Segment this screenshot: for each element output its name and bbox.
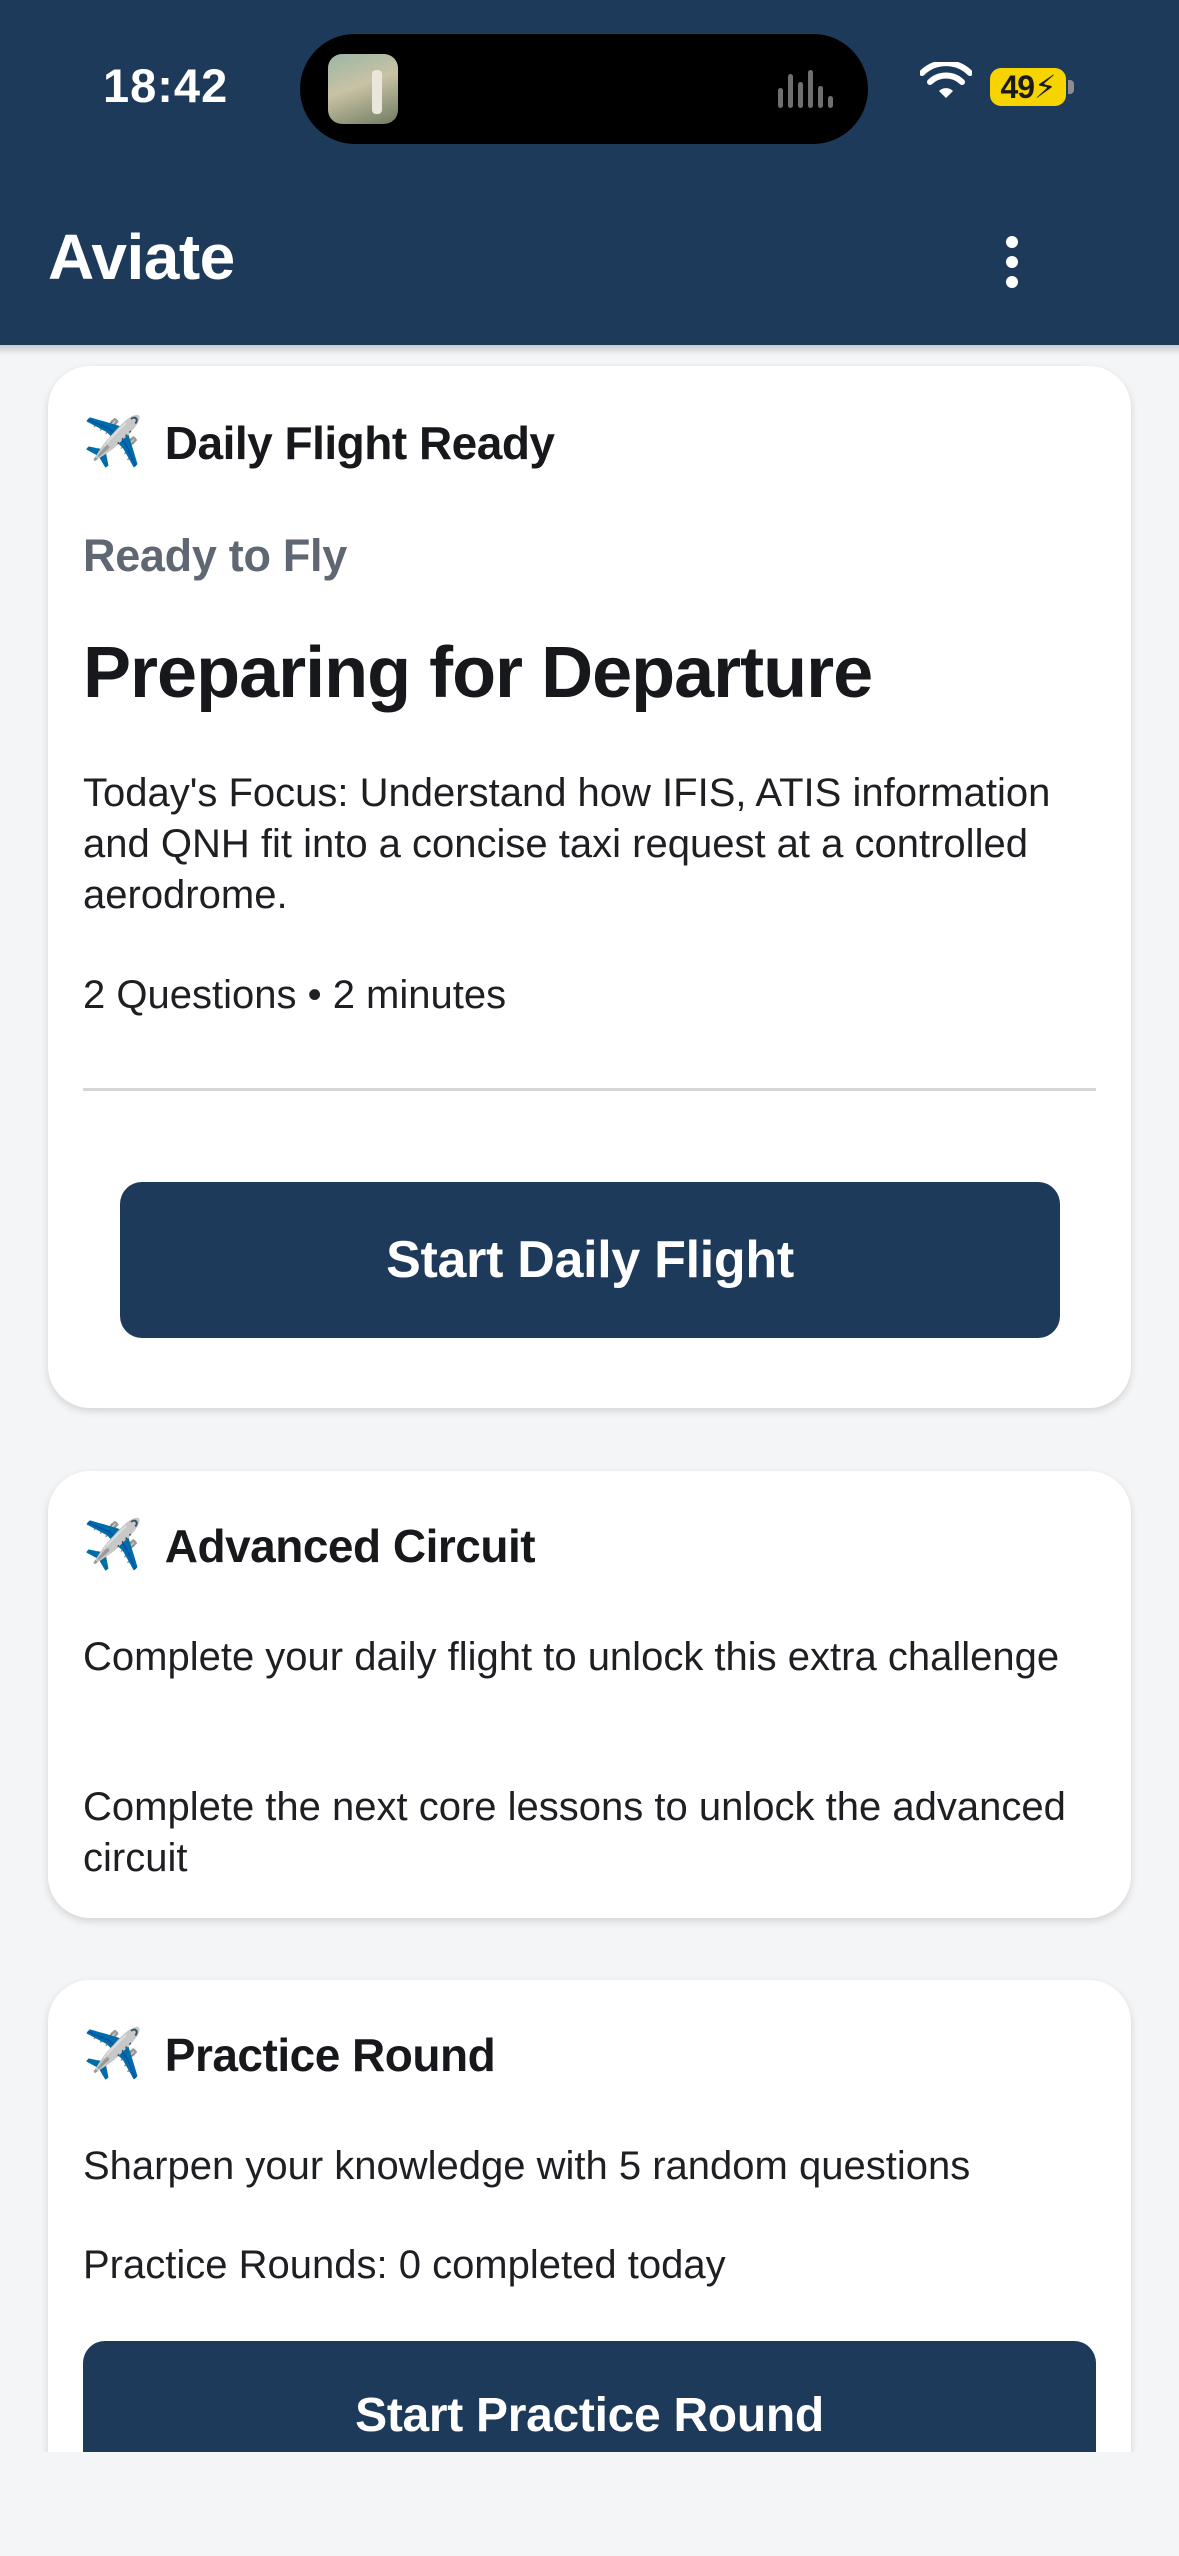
daily-flight-card: ✈️ Daily Flight Ready Ready to Fly Prepa…	[48, 366, 1131, 1408]
battery-charging-icon: 49 ⚡	[990, 68, 1066, 106]
audio-waveform-icon	[778, 70, 842, 108]
more-vertical-icon[interactable]	[992, 232, 1032, 292]
practice-description: Sharpen your knowledge with 5 random que…	[83, 2144, 971, 2188]
wifi-icon	[920, 62, 972, 98]
status-time: 18:42	[103, 59, 229, 112]
battery-tip	[1068, 80, 1074, 94]
start-daily-flight-button[interactable]: Start Daily Flight	[120, 1182, 1060, 1338]
flight-headline: Preparing for Departure	[83, 633, 873, 713]
airplane-icon: ✈️	[83, 1519, 143, 1572]
dynamic-island[interactable]	[300, 34, 868, 144]
todays-focus-text: Today's Focus: Understand how IFIS, ATIS…	[83, 771, 1051, 917]
bottom-safe-area	[0, 2452, 1179, 2556]
app-title: Aviate	[48, 221, 235, 293]
advanced-circuit-card: ✈️ Advanced Circuit Complete your daily …	[48, 1471, 1131, 1918]
flight-status-label: Ready to Fly	[83, 530, 347, 581]
daily-flight-header: ✈️ Daily Flight Ready	[83, 416, 555, 470]
airplane-icon: ✈️	[83, 2028, 143, 2081]
unlock-hint-lessons: Complete the next core lessons to unlock…	[83, 1785, 1066, 1880]
unlock-hint-daily: Complete your daily flight to unlock thi…	[83, 1635, 1060, 1679]
practice-round-title: Practice Round	[164, 2029, 496, 2081]
advanced-circuit-header: ✈️ Advanced Circuit	[83, 1519, 536, 1573]
header-shadow	[0, 345, 1179, 355]
card-divider	[83, 1088, 1096, 1091]
advanced-circuit-title: Advanced Circuit	[164, 1520, 536, 1572]
practice-round-header: ✈️ Practice Round	[83, 2028, 496, 2082]
battery-level: 49	[1000, 68, 1035, 105]
flight-meta: 2 Questions • 2 minutes	[83, 973, 507, 1017]
practice-progress: Practice Rounds: 0 completed today	[83, 2243, 726, 2287]
now-playing-thumbnail-icon	[328, 54, 398, 124]
airplane-icon: ✈️	[83, 416, 143, 469]
daily-flight-title: Daily Flight Ready	[164, 417, 555, 469]
